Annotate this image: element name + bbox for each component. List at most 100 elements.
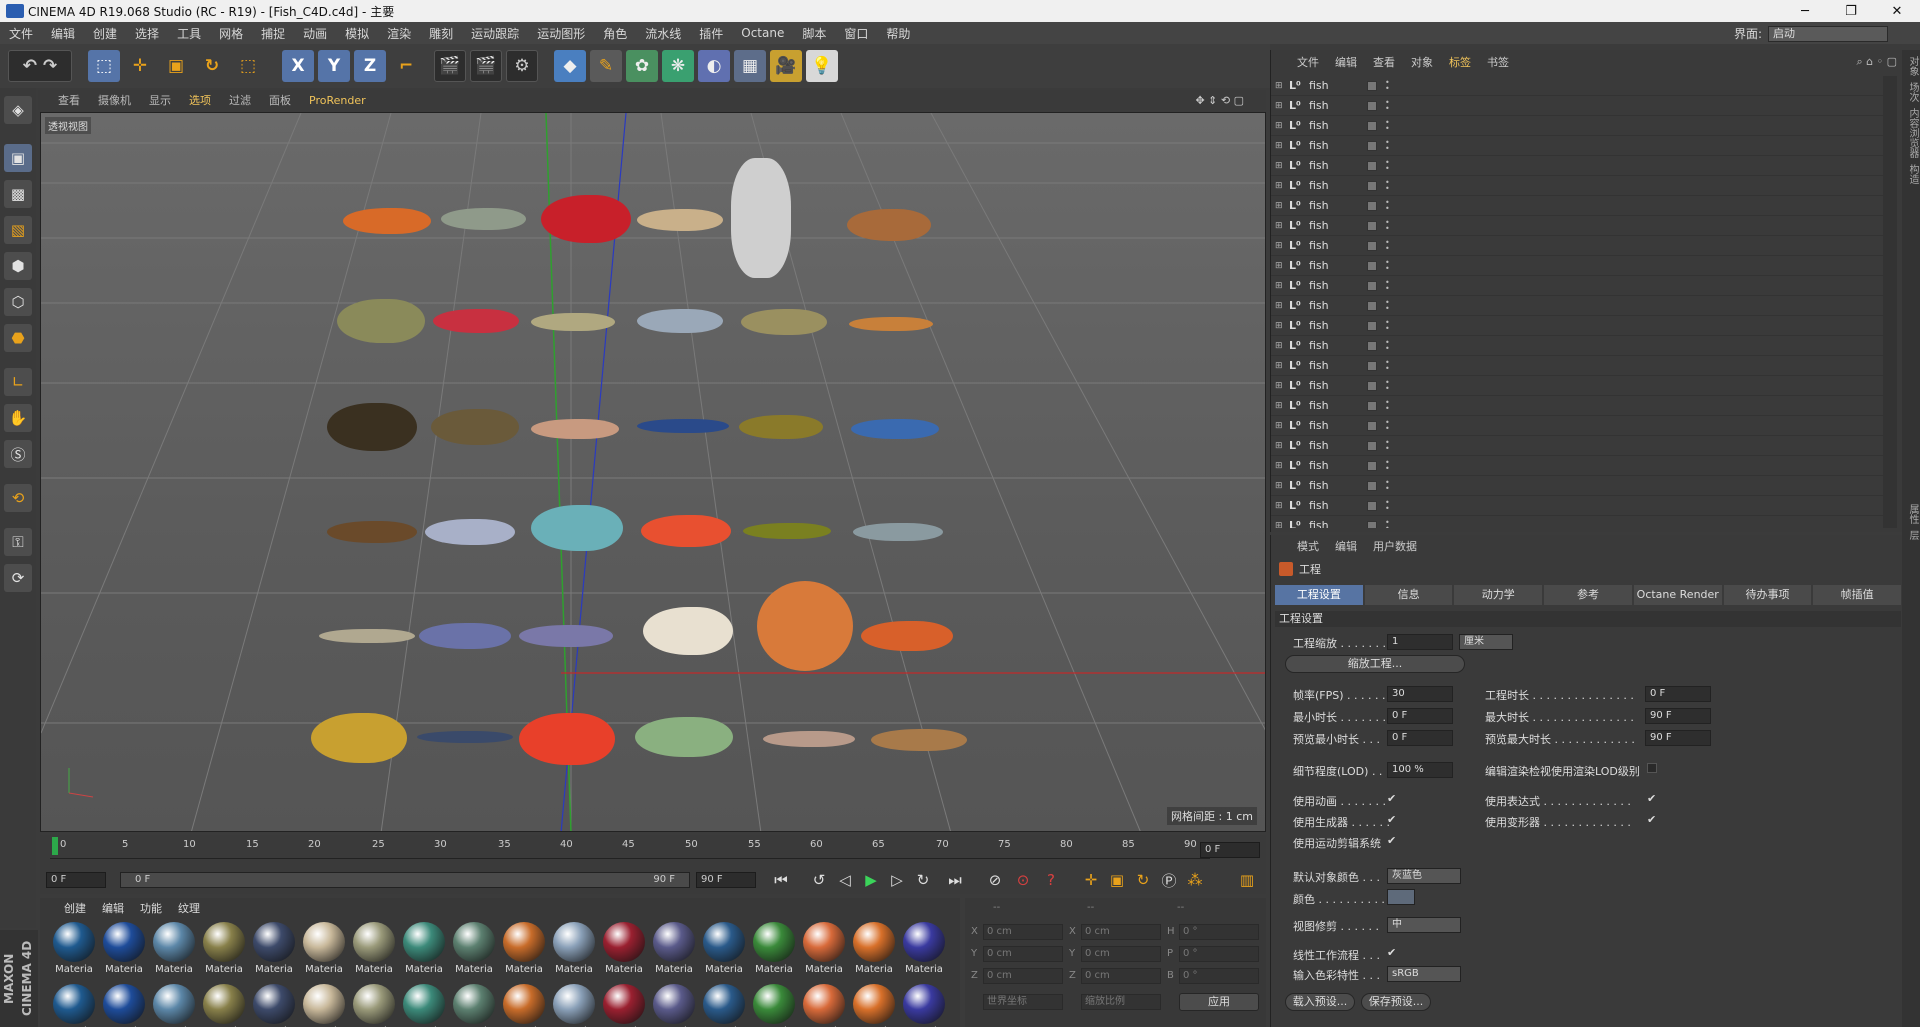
render-dots-icon[interactable]: • •: [1385, 138, 1390, 152]
render-view-icon[interactable]: 🎬: [434, 50, 466, 82]
visibility-checkbox[interactable]: [1367, 140, 1377, 151]
subdivision-icon[interactable]: ✿: [626, 50, 658, 82]
render-dots-icon[interactable]: • •: [1385, 178, 1390, 192]
object-name[interactable]: fish: [1309, 139, 1369, 152]
object-name[interactable]: fish: [1309, 359, 1369, 372]
object-name[interactable]: fish: [1309, 419, 1369, 432]
object-name[interactable]: fish: [1309, 79, 1369, 92]
side-tab-attributes[interactable]: 属性: [1905, 504, 1920, 524]
expand-icon[interactable]: ⊞: [1275, 361, 1285, 371]
material-swatch[interactable]: Materia: [850, 984, 898, 1027]
object-name[interactable]: fish: [1309, 179, 1369, 192]
menu-create[interactable]: 创建: [84, 25, 126, 42]
object-row[interactable]: ⊞ L⁰ fish • •: [1271, 496, 1883, 516]
expand-icon[interactable]: ⊞: [1275, 221, 1285, 231]
y-axis-button[interactable]: Y: [318, 50, 350, 82]
menu-sculpt[interactable]: 雕刻: [420, 25, 462, 42]
go-to-start-icon[interactable]: ⏮: [770, 869, 792, 891]
fish-model[interactable]: [641, 515, 731, 547]
material-swatch[interactable]: Materia: [250, 984, 298, 1027]
object-row[interactable]: ⊞ L⁰ fish • •: [1271, 356, 1883, 376]
object-row[interactable]: ⊞ L⁰ fish • •: [1271, 76, 1883, 96]
render-dots-icon[interactable]: • •: [1385, 418, 1390, 432]
object-name[interactable]: fish: [1309, 119, 1369, 132]
object-name[interactable]: fish: [1309, 459, 1369, 472]
object-menu-file[interactable]: 文件: [1297, 54, 1319, 70]
render-dots-icon[interactable]: • •: [1385, 438, 1390, 452]
close-button[interactable]: ✕: [1874, 0, 1920, 22]
fish-model[interactable]: [637, 309, 723, 333]
fish-model[interactable]: [871, 729, 967, 751]
use-motion-system-checkbox[interactable]: ✔: [1387, 835, 1399, 847]
menu-select[interactable]: 选择: [126, 25, 168, 42]
material-swatch[interactable]: Materia: [750, 922, 798, 980]
deformer-icon[interactable]: ◐: [698, 50, 730, 82]
side-tab-content-browser[interactable]: 内容浏览器: [1905, 108, 1920, 158]
range-slider[interactable]: 0 F 90 F: [120, 872, 690, 888]
tweak-mode-icon[interactable]: ✋: [4, 404, 32, 432]
fish-model[interactable]: [739, 415, 823, 439]
material-swatch[interactable]: Materia: [900, 984, 948, 1027]
material-swatch[interactable]: Materia: [550, 984, 598, 1027]
render-dots-icon[interactable]: • •: [1385, 338, 1390, 352]
make-editable-icon[interactable]: ◈: [4, 96, 32, 124]
position-y-field[interactable]: 0 cm: [983, 946, 1063, 962]
fish-model[interactable]: [343, 208, 431, 234]
material-swatch[interactable]: Materia: [600, 984, 648, 1027]
render-dots-icon[interactable]: • •: [1385, 238, 1390, 252]
side-tab-structure[interactable]: 构造: [1905, 164, 1920, 184]
material-swatch[interactable]: Materia: [150, 984, 198, 1027]
load-preset-button[interactable]: 载入预设...: [1285, 993, 1355, 1011]
material-menu-function[interactable]: 功能: [140, 900, 162, 916]
menu-pipeline[interactable]: 流水线: [636, 25, 690, 42]
material-swatch[interactable]: Materia: [300, 984, 348, 1027]
unit-dropdown[interactable]: 厘米: [1459, 634, 1513, 650]
parameter-key-icon[interactable]: Ⓟ: [1158, 869, 1180, 891]
material-swatch[interactable]: Materia: [300, 922, 348, 980]
material-swatch[interactable]: Materia: [200, 922, 248, 980]
cube-icon[interactable]: ◆: [554, 50, 586, 82]
expand-icon[interactable]: ⊞: [1275, 161, 1285, 171]
rotation-h-field[interactable]: 0 °: [1179, 924, 1259, 940]
expand-icon[interactable]: ⊞: [1275, 381, 1285, 391]
expand-icon[interactable]: ⊞: [1275, 301, 1285, 311]
material-swatch[interactable]: Materia: [900, 922, 948, 980]
scale-y-field[interactable]: 0 cm: [1081, 946, 1161, 962]
side-tab-takes[interactable]: 场次: [1905, 82, 1920, 102]
object-row[interactable]: ⊞ L⁰ fish • •: [1271, 436, 1883, 456]
render-dots-icon[interactable]: • •: [1385, 278, 1390, 292]
attr-menu-mode[interactable]: 模式: [1297, 538, 1319, 554]
fish-model[interactable]: [763, 731, 855, 747]
fish-model[interactable]: [861, 621, 953, 651]
material-swatch[interactable]: Materia: [450, 922, 498, 980]
material-menu-create[interactable]: 创建: [64, 900, 86, 916]
material-swatch[interactable]: Materia: [700, 984, 748, 1027]
material-swatch[interactable]: Materia: [400, 922, 448, 980]
render-dots-icon[interactable]: • •: [1385, 458, 1390, 472]
fish-model[interactable]: [337, 299, 425, 343]
solo-icon[interactable]: Ⓢ: [4, 440, 32, 468]
expand-icon[interactable]: ⊞: [1275, 141, 1285, 151]
material-swatch[interactable]: Materia: [850, 922, 898, 980]
expand-icon[interactable]: ⊞: [1275, 101, 1285, 111]
fish-model[interactable]: [425, 519, 515, 545]
object-row[interactable]: ⊞ L⁰ fish • •: [1271, 516, 1883, 528]
fish-model[interactable]: [643, 607, 733, 655]
fish-model[interactable]: [541, 195, 631, 243]
position-x-field[interactable]: 0 cm: [983, 924, 1063, 940]
timeline-window-icon[interactable]: ▥: [1236, 869, 1258, 891]
side-tab-objects[interactable]: 对象: [1905, 56, 1920, 76]
menu-file[interactable]: 文件: [0, 25, 42, 42]
visibility-checkbox[interactable]: [1367, 300, 1377, 311]
color-swatch[interactable]: [1387, 889, 1415, 905]
use-animation-checkbox[interactable]: ✔: [1387, 793, 1399, 805]
render-dots-icon[interactable]: • •: [1385, 518, 1390, 528]
object-row[interactable]: ⊞ L⁰ fish • •: [1271, 416, 1883, 436]
planar-workplane-icon[interactable]: ⟳: [4, 564, 32, 592]
floor-icon[interactable]: ▦: [734, 50, 766, 82]
visibility-checkbox[interactable]: [1367, 460, 1377, 471]
material-menu-edit[interactable]: 编辑: [102, 900, 124, 916]
object-row[interactable]: ⊞ L⁰ fish • •: [1271, 296, 1883, 316]
object-row[interactable]: ⊞ L⁰ fish • •: [1271, 376, 1883, 396]
fish-model[interactable]: [531, 313, 615, 331]
